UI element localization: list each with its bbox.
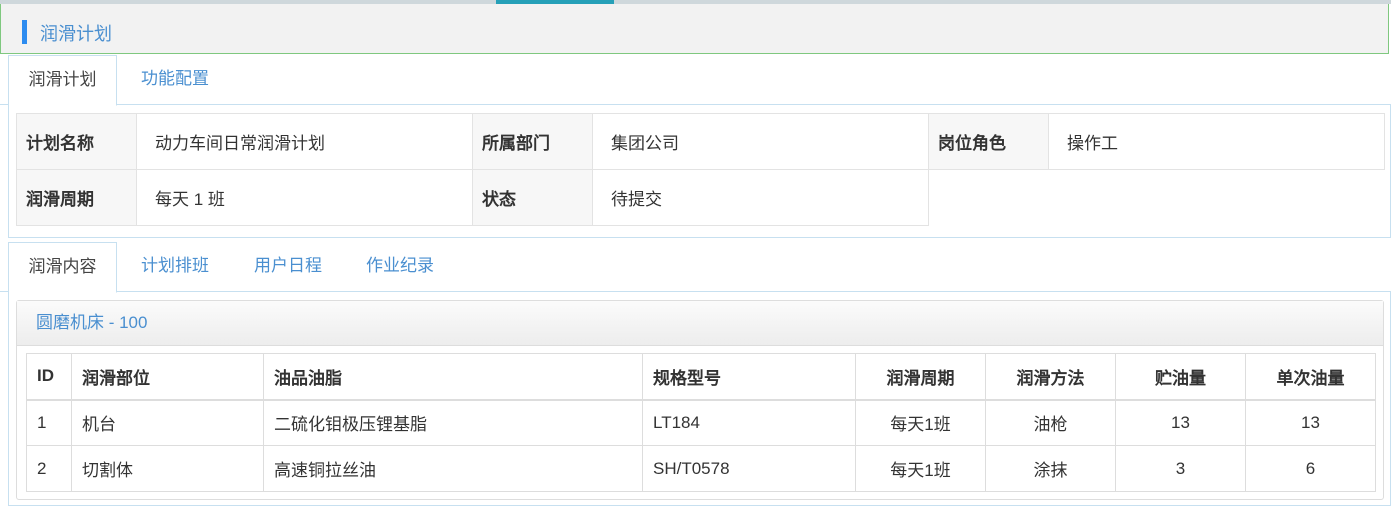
empty-cell (929, 170, 1385, 226)
tab-plan-schedule[interactable]: 计划排班 (124, 242, 226, 292)
col-single: 单次油量 (1245, 353, 1376, 401)
panel-header: 润滑计划 (0, 4, 1389, 54)
cycle-value: 每天 1 班 (136, 169, 473, 226)
plan-info-table: 计划名称 动力车间日常润滑计划 所属部门 集团公司 岗位角色 操作工 润滑周期 … (16, 113, 1385, 226)
tab-lubrication-plan[interactable]: 润滑计划 (8, 55, 117, 106)
tab-user-calendar[interactable]: 用户日程 (238, 242, 338, 292)
cell-method: 涂抹 (985, 445, 1116, 492)
plan-name-value: 动力车间日常润滑计划 (136, 113, 473, 170)
cell-spec: SH/T0578 (642, 445, 856, 492)
status-label: 状态 (472, 169, 593, 226)
col-spec: 规格型号 (642, 353, 856, 401)
cell-cycle: 每天1班 (855, 399, 986, 446)
cell-id: 2 (26, 445, 72, 492)
title-accent-bar (22, 20, 27, 44)
col-storage: 贮油量 (1115, 353, 1246, 401)
tab-function-config[interactable]: 功能配置 (124, 55, 226, 105)
dept-value: 集团公司 (592, 113, 929, 170)
equipment-panel: 圆磨机床 - 100 ID 润滑部位 油品油脂 规格型号 润滑周期 润滑方法 贮… (16, 300, 1384, 500)
cell-id: 1 (26, 399, 72, 446)
cycle-label: 润滑周期 (16, 169, 137, 226)
col-part: 润滑部位 (71, 353, 264, 401)
cell-storage: 13 (1115, 399, 1246, 446)
cell-cycle: 每天1班 (855, 445, 986, 492)
cell-part: 切割体 (71, 445, 264, 492)
tab-lubrication-content[interactable]: 润滑内容 (8, 242, 117, 293)
cell-single: 13 (1245, 399, 1376, 446)
col-cycle: 润滑周期 (855, 353, 986, 401)
col-method: 润滑方法 (985, 353, 1116, 401)
col-oil: 油品油脂 (263, 353, 643, 401)
status-value: 待提交 (592, 169, 929, 226)
cell-single: 6 (1245, 445, 1376, 492)
page-title: 润滑计划 (40, 24, 112, 44)
cell-part: 机台 (71, 399, 264, 446)
cell-method: 油枪 (985, 399, 1116, 446)
role-value: 操作工 (1048, 113, 1385, 170)
cell-oil: 高速铜拉丝油 (263, 445, 643, 492)
plan-name-label: 计划名称 (16, 113, 137, 170)
role-label: 岗位角色 (928, 113, 1049, 170)
col-id: ID (26, 353, 72, 401)
cell-storage: 3 (1115, 445, 1246, 492)
tab-work-record[interactable]: 作业纪录 (350, 242, 450, 292)
lubrication-table: ID 润滑部位 油品油脂 规格型号 润滑周期 润滑方法 贮油量 单次油量 1 机… (26, 353, 1376, 492)
top-tab-bar: 润滑计划 功能配置 (0, 55, 1391, 106)
cell-oil: 二硫化钼极压锂基脂 (263, 399, 643, 446)
sub-tab-bar: 润滑内容 计划排班 用户日程 作业纪录 (0, 242, 1391, 293)
equipment-title: 圆磨机床 - 100 (17, 301, 1383, 346)
table-row[interactable]: 1 机台 二硫化钼极压锂基脂 LT184 每天1班 油枪 13 13 (26, 399, 1376, 446)
table-header-row: ID 润滑部位 油品油脂 规格型号 润滑周期 润滑方法 贮油量 单次油量 (26, 353, 1376, 401)
table-row[interactable]: 2 切割体 高速铜拉丝油 SH/T0578 每天1班 涂抹 3 6 (26, 445, 1376, 492)
cell-spec: LT184 (642, 399, 856, 446)
dept-label: 所属部门 (472, 113, 593, 170)
